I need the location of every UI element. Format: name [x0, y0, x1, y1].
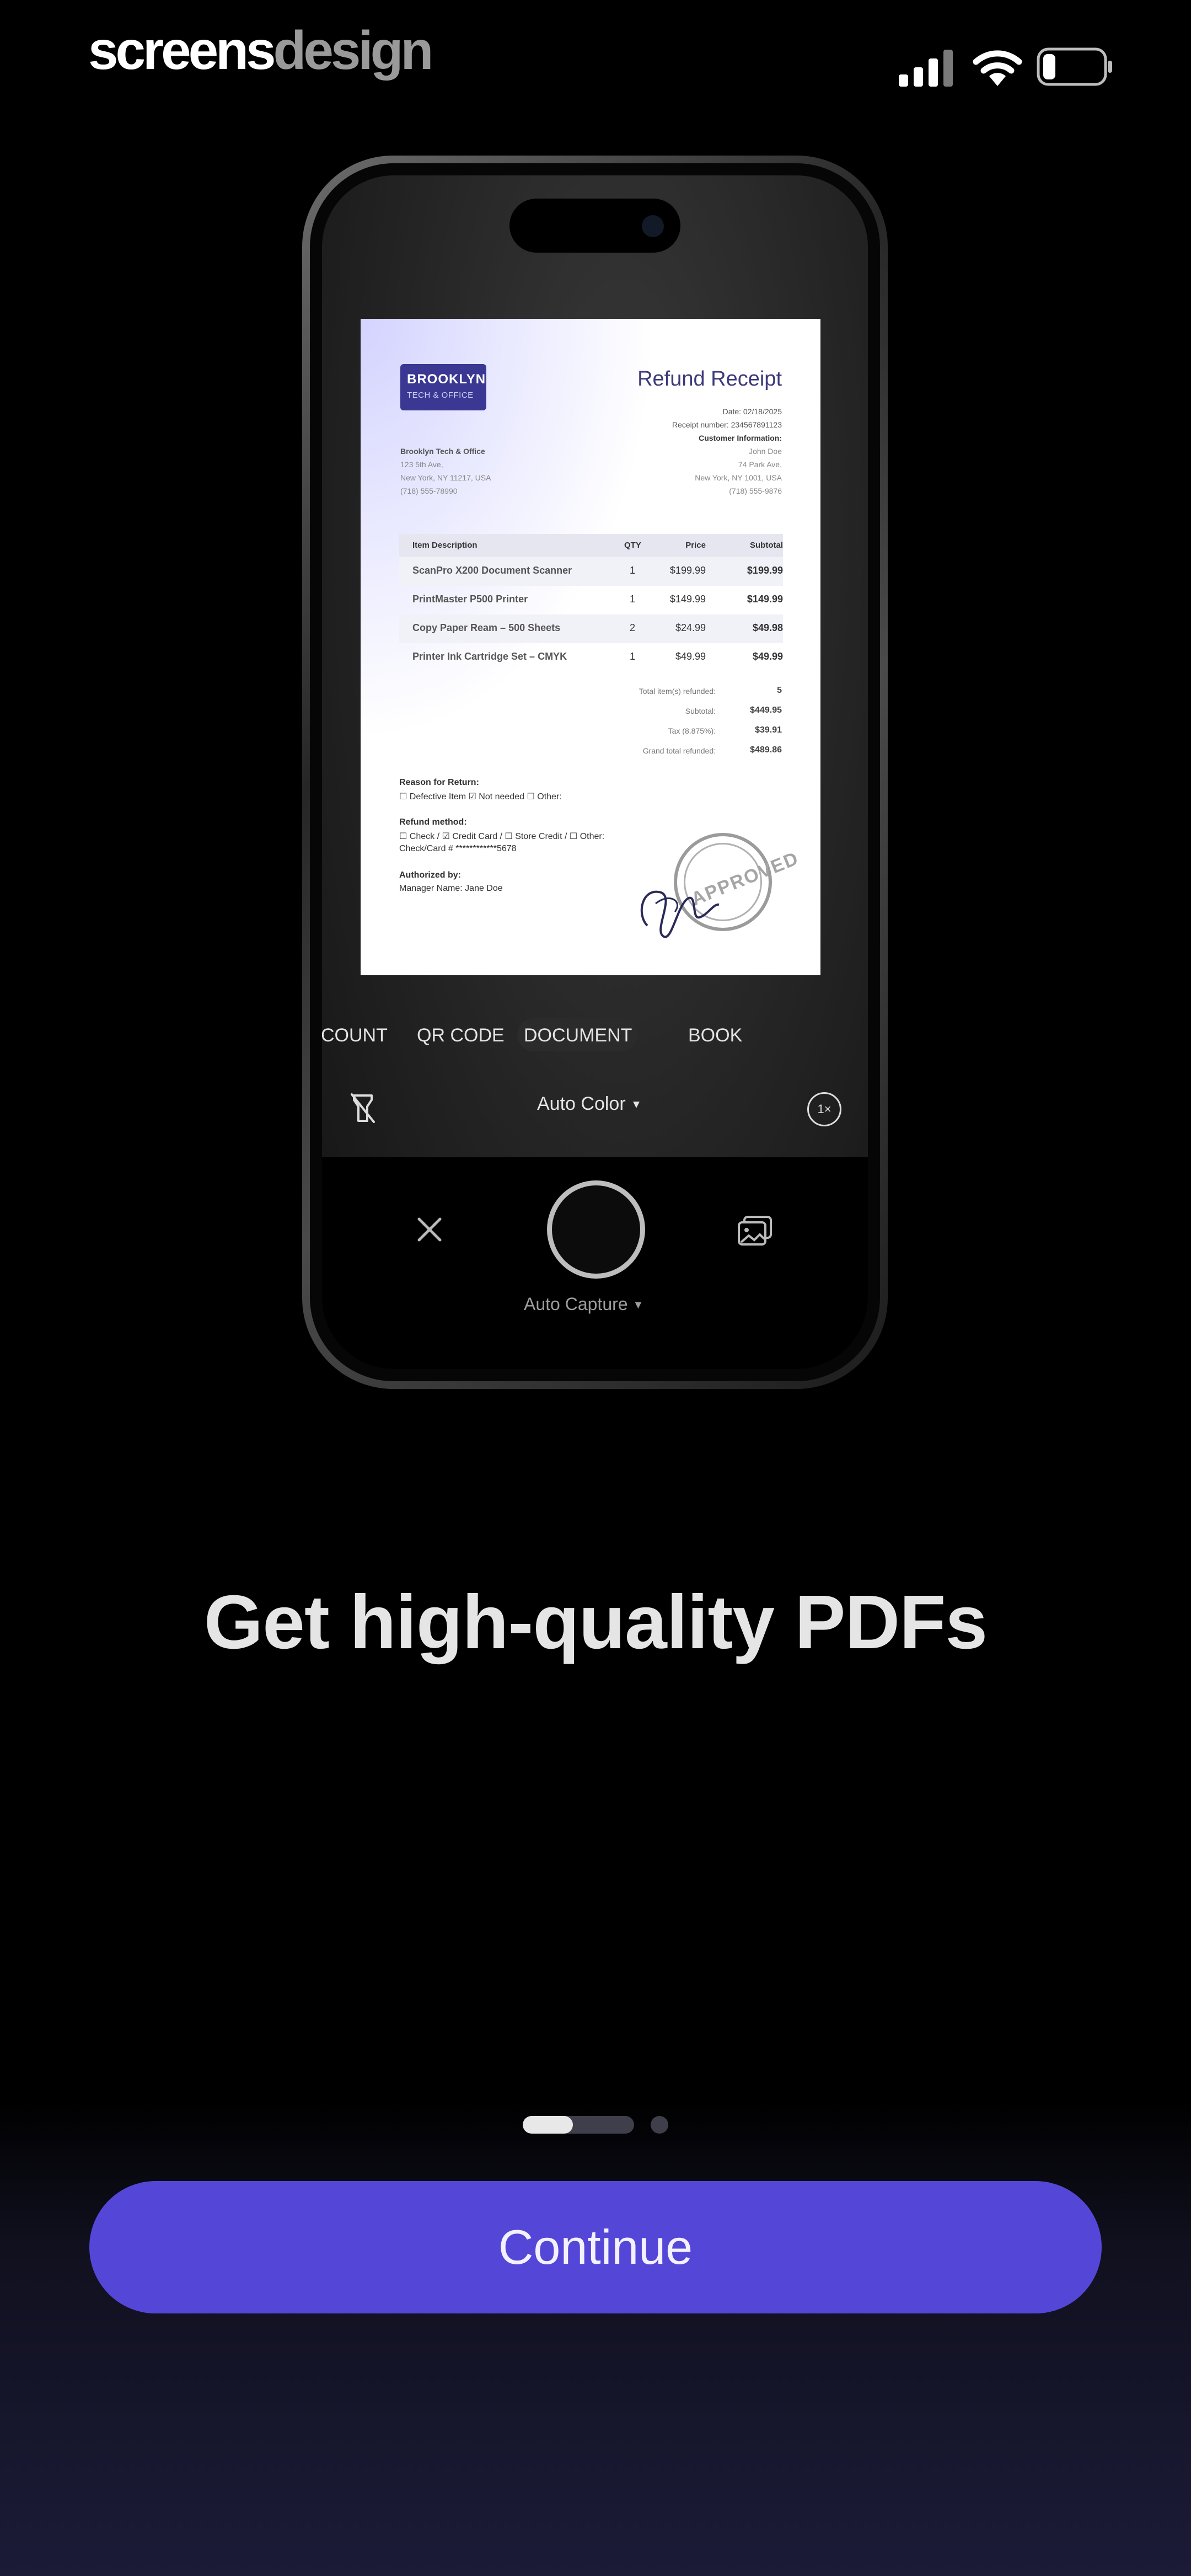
signature	[640, 890, 720, 938]
mode-book[interactable]: BOOK	[688, 1025, 742, 1046]
total-label: Subtotal:	[685, 707, 716, 715]
logo-line-2: TECH & OFFICE	[407, 391, 474, 400]
mode-document[interactable]: DOCUMENT	[524, 1025, 632, 1046]
chevron-down-icon: ▼	[631, 1098, 642, 1111]
page-indicator	[523, 2116, 668, 2134]
authorized-heading: Authorized by:	[399, 870, 461, 880]
color-mode-select[interactable]: Auto Color ▼	[537, 1093, 642, 1115]
total-value: $489.86	[750, 745, 782, 755]
card-line: Check/Card # ************5678	[399, 844, 517, 853]
company-street: 123 5th Ave,	[400, 460, 443, 469]
item-description: ScanPro X200 Document Scanner	[412, 565, 572, 576]
customer-city: New York, NY 1001, USA	[695, 473, 782, 482]
method-heading: Refund method:	[399, 817, 467, 827]
battery-icon	[1037, 47, 1112, 86]
table-row: Copy Paper Ream – 500 Sheets 2 $24.99 $4…	[399, 614, 783, 643]
page-dot[interactable]	[651, 2116, 668, 2134]
total-value: $39.91	[755, 725, 782, 735]
item-price: $199.99	[669, 565, 706, 576]
capture-mode-label: Auto Capture	[524, 1294, 628, 1314]
camera-control-bar: Auto Color ▼ 1×	[322, 1069, 868, 1141]
total-value: $449.95	[750, 706, 782, 715]
chevron-down-icon: ▼	[632, 1299, 644, 1312]
watermark-part-2: design	[273, 20, 434, 81]
table-row: PrintMaster P500 Printer 1 $149.99 $149.…	[399, 586, 783, 614]
watermark-logo: screensdesign	[88, 23, 433, 77]
items-table: Item Description QTY Price Subtotal Scan…	[399, 534, 783, 672]
company-name: Brooklyn Tech & Office	[400, 447, 485, 456]
customer-name: John Doe	[749, 447, 782, 456]
page-progress-fill	[523, 2116, 573, 2134]
watermark-part-1: screens	[88, 20, 276, 81]
item-qty: 2	[629, 622, 635, 633]
item-subtotal: $49.98	[752, 622, 783, 633]
item-price: $149.99	[669, 594, 706, 605]
flashlight-off-icon[interactable]	[346, 1091, 379, 1124]
wifi-icon	[973, 50, 1022, 86]
customer-street: 74 Park Ave,	[738, 460, 782, 469]
mode-count[interactable]: COUNT	[322, 1025, 388, 1046]
item-description: PrintMaster P500 Printer	[412, 594, 528, 605]
logo-line-1: BROOKLYN	[407, 372, 486, 387]
cellular-signal-icon	[899, 50, 953, 87]
brooklyn-logo: BROOKLYN TECH & OFFICE	[400, 364, 486, 410]
gallery-icon[interactable]	[737, 1215, 773, 1248]
method-options: ☐ Check / ☑ Credit Card / ☐ Store Credit…	[399, 832, 605, 841]
status-bar	[899, 44, 1114, 91]
column-header: Price	[685, 541, 706, 550]
onboarding-headline: Get high-quality PDFs	[203, 1580, 988, 1665]
reason-options: ☐ Defective Item ☑ Not needed ☐ Other:	[399, 792, 562, 801]
receipt-number: Receipt number: 234567891123	[672, 420, 782, 429]
column-header: Item Description	[412, 541, 478, 550]
column-header: QTY	[624, 541, 641, 550]
page-dot-active[interactable]	[523, 2116, 634, 2134]
total-label: Grand total refunded:	[642, 746, 716, 755]
customer-phone: (718) 555-9876	[729, 487, 782, 495]
total-value: 5	[777, 686, 782, 695]
receipt-date: Date: 02/18/2025	[722, 407, 782, 416]
company-phone: (718) 555-78990	[400, 487, 458, 495]
item-subtotal: $149.99	[747, 594, 783, 605]
table-row: ScanPro X200 Document Scanner 1 $199.99 …	[399, 557, 783, 586]
capture-panel: Auto Capture ▼	[322, 1157, 868, 1369]
item-subtotal: $199.99	[747, 565, 783, 576]
mode-qr-code[interactable]: QR CODE	[417, 1025, 505, 1046]
receipt-title: Refund Receipt	[637, 367, 782, 391]
company-city: New York, NY 11217, USA	[400, 473, 491, 482]
zoom-button[interactable]: 1×	[807, 1092, 841, 1126]
item-qty: 1	[629, 565, 635, 576]
item-qty: 1	[629, 594, 635, 605]
color-mode-label: Auto Color	[537, 1093, 626, 1114]
item-price: $49.99	[675, 651, 706, 662]
item-price: $24.99	[675, 622, 706, 633]
phone-bezel: BROOKLYN TECH & OFFICE Refund Receipt Da…	[310, 163, 880, 1381]
column-header: Subtotal	[750, 541, 783, 550]
close-icon[interactable]	[416, 1216, 443, 1243]
front-camera	[642, 215, 664, 237]
shutter-button[interactable]	[547, 1180, 645, 1279]
authorized-name: Manager Name: Jane Doe	[399, 884, 503, 893]
continue-button[interactable]: Continue	[89, 2181, 1102, 2313]
total-label: Tax (8.875%):	[668, 726, 716, 735]
scanned-document: BROOKLYN TECH & OFFICE Refund Receipt Da…	[361, 319, 820, 975]
customer-heading: Customer Information:	[699, 434, 782, 442]
phone-mockup: BROOKLYN TECH & OFFICE Refund Receipt Da…	[302, 156, 888, 1389]
dynamic-island	[509, 199, 680, 253]
item-subtotal: $49.99	[752, 651, 783, 662]
table-row: Printer Ink Cartridge Set – CMYK 1 $49.9…	[399, 643, 783, 672]
camera-screen: BROOKLYN TECH & OFFICE Refund Receipt Da…	[322, 175, 868, 1369]
item-description: Printer Ink Cartridge Set – CMYK	[412, 651, 567, 662]
total-label: Total item(s) refunded:	[639, 687, 716, 696]
table-header: Item Description QTY Price Subtotal	[399, 534, 783, 557]
reason-heading: Reason for Return:	[399, 778, 479, 787]
item-description: Copy Paper Ream – 500 Sheets	[412, 622, 561, 633]
scan-mode-bar: COUNT QR CODE DOCUMENT BOOK	[322, 1014, 868, 1052]
capture-mode-select[interactable]: Auto Capture ▼	[524, 1294, 643, 1314]
item-qty: 1	[629, 651, 635, 662]
